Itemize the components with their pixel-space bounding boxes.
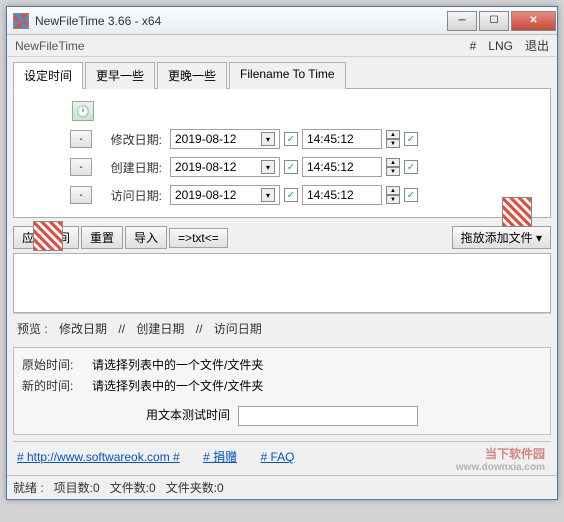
tab-later[interactable]: 更晚一些 [157,62,227,89]
preview-header: 预览 : 修改日期 // 创建日期 // 访问日期 [13,313,551,343]
tab-set-time[interactable]: 设定时间 [13,62,83,89]
link-website[interactable]: # http://www.softwareok.com # [17,450,180,464]
spin-down-icon[interactable]: ▼ [386,195,400,204]
titlebar: NewFileTime 3.66 - x64 [7,7,557,35]
tab-earlier[interactable]: 更早一些 [85,62,155,89]
menu-hash[interactable]: # [470,39,477,53]
clock-now-button[interactable] [72,101,94,121]
link-faq[interactable]: # FAQ [260,450,294,464]
minimize-button[interactable] [447,11,477,31]
checkbox-accessed-time[interactable] [404,188,418,202]
tab-strip: 设定时间 更早一些 更晚一些 Filename To Time [13,61,551,89]
date-accessed-input[interactable]: 2019-08-12▾ [170,185,280,205]
link-donate[interactable]: # 捐赠 [203,450,237,464]
app-icon [13,13,29,29]
checkbox-modified-time[interactable] [404,132,418,146]
app-name-label: NewFileTime [15,39,458,53]
original-time-label: 原始时间: [22,356,92,373]
checkbox-modified-date[interactable] [284,132,298,146]
status-items: 项目数:0 [54,479,100,496]
time-info-box: 原始时间: 请选择列表中的一个文件/文件夹 新的时间: 请选择列表中的一个文件/… [13,347,551,435]
date-created-input[interactable]: 2019-08-12▾ [170,157,280,177]
spin-up-icon[interactable]: ▲ [386,186,400,195]
checkbox-created-time[interactable] [404,160,418,174]
decrement-accessed-button[interactable]: - [70,186,92,204]
reset-button[interactable]: 重置 [81,226,123,249]
time-modified-input[interactable]: 14:45:12 [302,129,382,149]
menu-exit[interactable]: 退出 [525,37,549,54]
txt-button[interactable]: =>txt<= [169,228,228,248]
label-modified: 修改日期: [96,131,162,148]
decrement-modified-button[interactable]: - [70,130,92,148]
calendar-dropdown-icon[interactable]: ▾ [261,188,275,202]
drag-drop-button[interactable]: 拖放添加文件 ▾ [452,226,551,249]
menubar: NewFileTime # LNG 退出 [7,35,557,57]
status-files: 文件数:0 [110,479,156,496]
label-created: 创建日期: [96,159,162,176]
test-time-input[interactable] [238,406,418,426]
close-button[interactable] [511,11,556,31]
spin-down-icon[interactable]: ▼ [386,167,400,176]
new-time-label: 新的时间: [22,377,92,394]
label-accessed: 访问日期: [96,187,162,204]
date-modified-input[interactable]: 2019-08-12▾ [170,129,280,149]
new-time-value: 请选择列表中的一个文件/文件夹 [92,377,263,394]
spin-up-icon[interactable]: ▲ [386,158,400,167]
window-title: NewFileTime 3.66 - x64 [35,14,446,28]
calendar-dropdown-icon[interactable]: ▾ [261,160,275,174]
tab-filename-to-time[interactable]: Filename To Time [229,62,345,89]
decrement-created-button[interactable]: - [70,158,92,176]
preset-icon-left[interactable] [33,221,63,251]
maximize-button[interactable] [479,11,509,31]
spin-up-icon[interactable]: ▲ [386,130,400,139]
checkbox-created-date[interactable] [284,160,298,174]
preview-title: 预览 : [17,322,48,336]
preset-icon-right[interactable] [502,197,532,227]
calendar-dropdown-icon[interactable]: ▾ [261,132,275,146]
status-ready: 就绪 : [13,479,44,496]
action-toolbar: 应用时间 重置 导入 =>txt<= 拖放添加文件 ▾ [13,226,551,249]
row-accessed: - 访问日期: 2019-08-12▾ 14:45:12 ▲▼ [70,181,542,209]
file-list-area[interactable] [13,253,551,313]
footer-links: # http://www.softwareok.com # # 捐赠 # FAQ [13,441,551,471]
menu-lng[interactable]: LNG [488,39,513,53]
main-panel: - 修改日期: 2019-08-12▾ 14:45:12 ▲▼ - 创建日期: … [13,89,551,218]
time-accessed-input[interactable]: 14:45:12 [302,185,382,205]
status-folders: 文件夹数:0 [166,479,224,496]
row-modified: - 修改日期: 2019-08-12▾ 14:45:12 ▲▼ [70,125,542,153]
checkbox-accessed-date[interactable] [284,188,298,202]
spin-down-icon[interactable]: ▼ [386,139,400,148]
row-created: - 创建日期: 2019-08-12▾ 14:45:12 ▲▼ [70,153,542,181]
import-button[interactable]: 导入 [125,226,167,249]
test-time-label: 用文本测试时间 [146,406,230,426]
time-created-input[interactable]: 14:45:12 [302,157,382,177]
statusbar: 就绪 : 项目数:0 文件数:0 文件夹数:0 [7,475,557,499]
original-time-value: 请选择列表中的一个文件/文件夹 [92,356,263,373]
